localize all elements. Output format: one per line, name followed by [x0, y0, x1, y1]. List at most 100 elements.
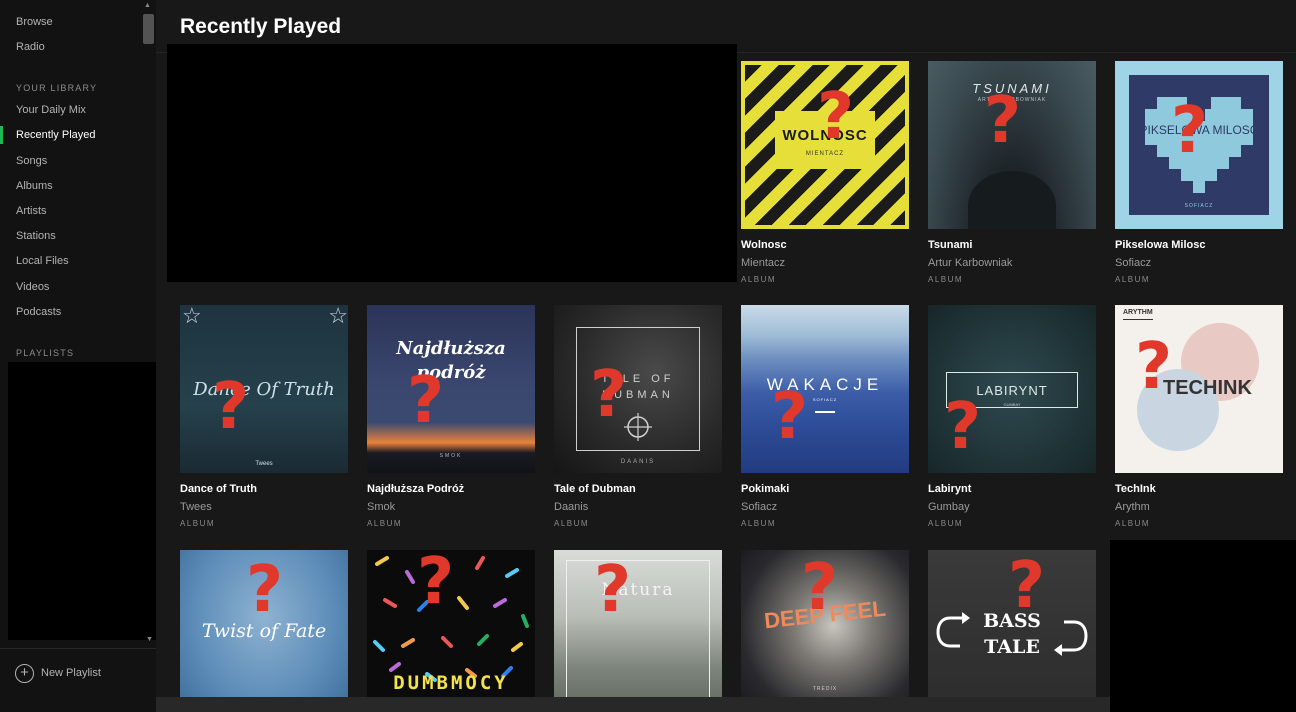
cover-subtitle: TREDIX	[812, 686, 838, 692]
album-title[interactable]: Pikselowa Milosc	[1115, 239, 1205, 251]
album-title[interactable]: Pokimaki	[741, 483, 789, 495]
cover-subtitle: Twees	[255, 461, 273, 467]
redacted-area	[1110, 540, 1296, 712]
sidebar-item-videos[interactable]: Videos	[16, 281, 49, 293]
playlists-section-label: PLAYLISTS	[16, 348, 75, 358]
album-type: ALBUM	[928, 275, 964, 284]
sidebar: ▲ Browse Radio YOUR LIBRARY Your Daily M…	[0, 0, 161, 712]
album-cover[interactable]: BASS TALE ?	[928, 550, 1096, 712]
plus-icon: +	[15, 664, 34, 683]
cover-subtitle: SOFIACZ	[812, 397, 838, 402]
album-artist[interactable]: Sofiacz	[1115, 257, 1151, 269]
question-mark: ?	[771, 380, 809, 454]
cover-underline	[815, 411, 835, 413]
album-type: ALBUM	[741, 519, 777, 528]
album-cover[interactable]: DUMBMOCY ?	[367, 550, 535, 712]
spotify-window: ▲ Browse Radio YOUR LIBRARY Your Daily M…	[0, 0, 1296, 712]
scroll-up-arrow-icon[interactable]: ▲	[144, 2, 151, 9]
sidebar-item-songs[interactable]: Songs	[16, 155, 47, 167]
sidebar-item-daily-mix[interactable]: Your Daily Mix	[16, 104, 86, 116]
cover-title: TALE OF DUBMAN	[601, 373, 675, 401]
sidebar-scrollbar-thumb[interactable]	[143, 14, 154, 44]
album-title[interactable]: Najdłuższa Podróż	[367, 483, 464, 495]
redacted-albums	[167, 44, 737, 282]
cover-title: Dance Of Truth	[193, 379, 335, 400]
cover-title: Najdłuższa podróż	[396, 338, 506, 383]
album-title[interactable]: Dance of Truth	[180, 483, 257, 495]
question-mark: ?	[801, 551, 839, 625]
album-cover[interactable]: LABIRYNT GUMBAY ?	[928, 305, 1096, 473]
album-title[interactable]: Tsunami	[928, 239, 972, 251]
album-cover[interactable]: WAKACJE SOFIACZ ?	[741, 305, 909, 473]
question-mark: ?	[817, 80, 855, 154]
question-mark: ?	[590, 358, 628, 432]
album-artist[interactable]: Gumbay	[928, 501, 970, 513]
question-mark: ?	[1171, 94, 1209, 168]
question-mark: ?	[1008, 550, 1046, 623]
cover-title: TECHINK	[1163, 377, 1252, 399]
cover-subtitle: DAANIS	[620, 459, 656, 465]
new-playlist-label: New Playlist	[41, 667, 101, 679]
album-type: ALBUM	[554, 519, 590, 528]
question-mark: ?	[1135, 330, 1173, 404]
redacted-playlists	[8, 362, 161, 640]
question-mark: ?	[984, 84, 1022, 158]
album-type: ALBUM	[180, 519, 216, 528]
album-artist[interactable]: Twees	[180, 501, 212, 513]
album-cover[interactable]: ☆ ☆ Dance Of Truth Twees ?	[180, 305, 348, 473]
cover-subtitle: ARYTHM	[1123, 309, 1153, 316]
main-content: Recently Played WOLNOSC MIENTACZ ? Wolno…	[156, 0, 1296, 712]
sidebar-item-stations[interactable]: Stations	[16, 230, 56, 242]
cover-title: DUMBMOCY	[393, 672, 509, 694]
album-artist[interactable]: Smok	[367, 501, 395, 513]
album-cover[interactable]: PIKSELOWA MILOSC SOFIACZ ?	[1115, 61, 1283, 229]
sidebar-item-artists[interactable]: Artists	[16, 205, 47, 217]
sidebar-item-local-files[interactable]: Local Files	[16, 255, 69, 267]
album-cover[interactable]: WOLNOSC MIENTACZ ?	[741, 61, 909, 229]
album-cover[interactable]: Natura ?	[554, 550, 722, 712]
album-cover[interactable]: Najdłuższa podróż SMOK ?	[367, 305, 535, 473]
cover-subtitle: SMOK	[439, 453, 463, 459]
album-cover[interactable]: Twist of Fate ?	[180, 550, 348, 712]
album-title[interactable]: Labirynt	[928, 483, 971, 495]
album-type: ALBUM	[1115, 275, 1151, 284]
new-playlist-button[interactable]: + New Playlist	[0, 648, 156, 698]
album-artist[interactable]: Daanis	[554, 501, 588, 513]
album-type: ALBUM	[367, 519, 403, 528]
loop-left-arrow-icon	[936, 612, 970, 648]
album-artist[interactable]: Mientacz	[741, 257, 785, 269]
cover-subtitle: SOFIACZ	[1184, 203, 1214, 209]
question-mark: ?	[407, 364, 445, 438]
sidebar-item-browse[interactable]: Browse	[16, 16, 53, 28]
question-mark: ?	[212, 370, 250, 444]
album-artist[interactable]: Sofiacz	[741, 501, 777, 513]
active-indicator	[0, 126, 3, 144]
album-cover[interactable]: TSUNAMI ARTUR KARBOWNIAK ?	[928, 61, 1096, 229]
album-type: ALBUM	[741, 275, 777, 284]
album-title[interactable]: Wolnosc	[741, 239, 787, 251]
album-title[interactable]: TechInk	[1115, 483, 1156, 495]
sidebar-item-radio[interactable]: Radio	[16, 41, 45, 53]
library-section-label: YOUR LIBRARY	[16, 83, 98, 93]
cover-title: Natura	[601, 580, 675, 600]
loop-right-arrow-icon	[1054, 620, 1088, 656]
star-icon: ☆	[328, 305, 348, 328]
bottom-bar	[156, 697, 1110, 712]
scroll-down-arrow-icon[interactable]: ▼	[146, 636, 153, 643]
album-artist[interactable]: Arythm	[1115, 501, 1150, 513]
star-icon: ☆	[182, 305, 202, 328]
album-type: ALBUM	[1115, 519, 1151, 528]
question-mark: ?	[417, 550, 455, 619]
question-mark: ?	[944, 390, 982, 464]
question-mark: ?	[594, 553, 632, 627]
album-artist[interactable]: Artur Karbowniak	[928, 257, 1012, 269]
album-title[interactable]: Tale of Dubman	[554, 483, 636, 495]
sidebar-item-recently-played[interactable]: Recently Played	[16, 129, 96, 141]
cover-underline	[1123, 319, 1153, 320]
album-cover[interactable]: DEEP FEEL TREDIX ?	[741, 550, 909, 712]
album-cover[interactable]: TALE OF DUBMAN DAANIS ?	[554, 305, 722, 473]
sidebar-item-podcasts[interactable]: Podcasts	[16, 306, 61, 318]
sidebar-item-albums[interactable]: Albums	[16, 180, 53, 192]
album-cover[interactable]: ARYTHM TECHINK ?	[1115, 305, 1283, 473]
question-mark: ?	[246, 553, 284, 627]
